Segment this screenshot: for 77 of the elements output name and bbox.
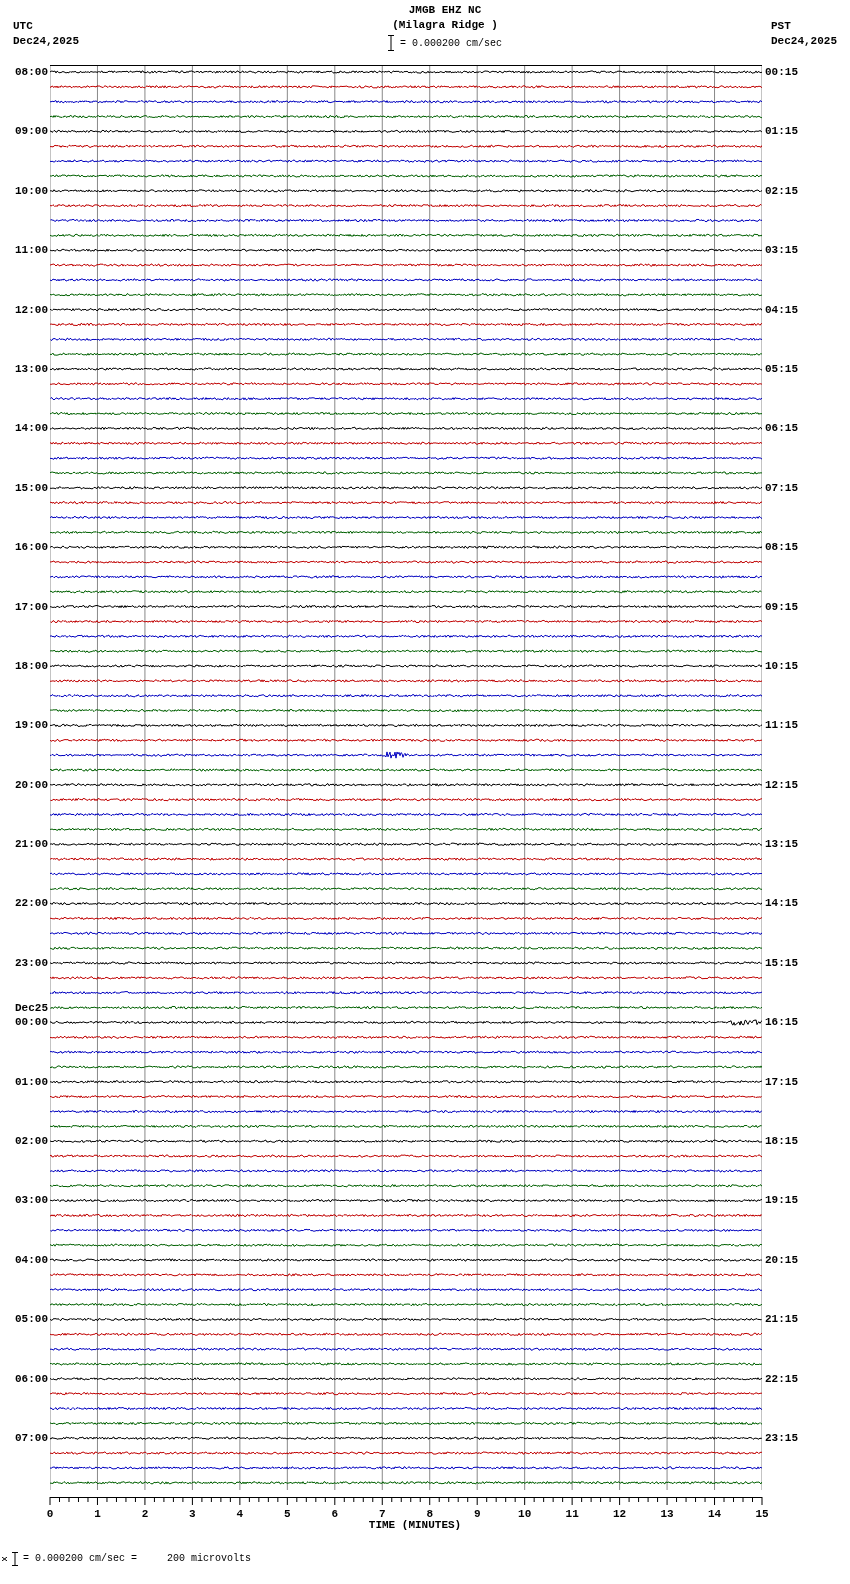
pst-hour-label: 14:15 — [765, 896, 799, 911]
utc-hour-label: 04:00 — [15, 1253, 48, 1266]
utc-hour-label: 05:00 — [15, 1313, 48, 1326]
axis-tick-label: 9 — [473, 1508, 481, 1521]
utc-hour-label: 02:00 — [15, 1135, 48, 1148]
pst-hour-label: 23:15 — [765, 1431, 799, 1445]
axis-tick-label: 15 — [755, 1508, 768, 1521]
utc-hour-label: 11:00 — [15, 244, 48, 257]
utc-hour-label: 17:00 — [15, 600, 48, 613]
pst-hour-label: 10:15 — [765, 658, 799, 673]
utc-hour-label: 15:00 — [15, 481, 48, 494]
pst-hour-label: 06:15 — [765, 421, 799, 436]
utc-hour-label: 09:00 — [15, 125, 48, 138]
axis-tick-label: 8 — [426, 1508, 434, 1521]
pst-hour-label: 04:15 — [765, 302, 799, 317]
date-label: Dec24,2025 — [13, 34, 79, 49]
pst-hour-label: 09:15 — [765, 599, 799, 614]
axis-tick-label: 2 — [141, 1508, 149, 1521]
scale-text: = 0.000200 cm/sec = 200 microvolts — [23, 1552, 252, 1567]
axis-tick-label: 5 — [284, 1508, 291, 1521]
utc-hour-label: 01:00 — [15, 1075, 48, 1088]
pst-hour-label: 07:15 — [765, 480, 799, 495]
pst-hour-label: 19:15 — [765, 1193, 799, 1208]
utc-hour-label: 07:00 — [15, 1432, 48, 1444]
scale-text: = 0.000200 cm/sec — [400, 36, 502, 51]
axis-tick-label: 0 — [46, 1508, 54, 1521]
axis-tick-label: 4 — [236, 1508, 244, 1521]
axis-tick-label: 1 — [94, 1508, 101, 1521]
utc-hour-label: 23:00 — [15, 956, 48, 969]
pst-hour-label: 02:15 — [765, 183, 799, 198]
station-location: (Milagra Ridge ) — [392, 18, 498, 33]
pst-hour-label: 13:15 — [765, 837, 799, 852]
pst-hour-label: 22:15 — [765, 1371, 799, 1386]
date-label: Dec24,2025 — [771, 34, 837, 49]
axis-tick-label: 14 — [707, 1508, 722, 1521]
scale-bar-icon — [12, 1551, 18, 1566]
utc-hour-label: 00:00 — [15, 1016, 48, 1029]
axis-tick-label: 11 — [565, 1508, 579, 1521]
pst-hour-label: 00:15 — [765, 65, 799, 79]
utc-hour-label: 16:00 — [15, 541, 48, 554]
utc-hour-label: 20:00 — [15, 778, 48, 791]
axis-tick-label: 6 — [331, 1508, 339, 1521]
pst-hour-label: 03:15 — [765, 243, 799, 258]
axis-tick-label: 10 — [518, 1508, 532, 1521]
time-zone-label: PST — [771, 19, 792, 34]
axis-tick-label: 3 — [189, 1508, 196, 1521]
axis-title: TIME (MINUTES) — [368, 1519, 462, 1532]
pst-hour-label: 15:15 — [765, 955, 799, 970]
utc-hour-label: 18:00 — [15, 659, 48, 672]
station-title: JMGB EHZ NC — [408, 3, 482, 18]
small-mark-icon — [2, 1556, 7, 1561]
utc-hour-label: 03:00 — [15, 1194, 48, 1207]
pst-hour-label: 11:15 — [765, 718, 799, 733]
utc-hour-label: 21:00 — [15, 838, 48, 851]
pst-hour-label: 21:15 — [765, 1312, 799, 1327]
utc-hour-label: 12:00 — [15, 303, 48, 316]
utc-hour-label: 10:00 — [15, 184, 48, 197]
pst-hour-label: 18:15 — [765, 1134, 799, 1149]
date-label: Dec25 — [15, 1001, 48, 1016]
utc-hour-label: 06:00 — [15, 1372, 48, 1385]
axis-tick-label: 12 — [613, 1508, 627, 1521]
pst-hour-label: 01:15 — [765, 124, 799, 139]
utc-hour-label: 13:00 — [15, 362, 48, 375]
utc-hour-label: 14:00 — [15, 422, 48, 435]
utc-hour-label: 22:00 — [15, 897, 48, 910]
utc-hour-label: 19:00 — [15, 719, 48, 732]
pst-hour-label: 17:15 — [765, 1074, 799, 1089]
pst-hour-label: 12:15 — [765, 777, 799, 792]
pst-hour-label: 05:15 — [765, 361, 799, 376]
axis-tick-label: 7 — [378, 1508, 386, 1521]
axis-tick-label: 13 — [660, 1508, 674, 1521]
scale-bar-icon — [388, 35, 394, 51]
pst-hour-label: 16:15 — [765, 1015, 799, 1030]
pst-hour-label: 20:15 — [765, 1252, 799, 1267]
utc-hour-label: 08:00 — [15, 66, 48, 78]
time-zone-label: UTC — [13, 19, 34, 34]
pst-hour-label: 08:15 — [765, 540, 799, 555]
